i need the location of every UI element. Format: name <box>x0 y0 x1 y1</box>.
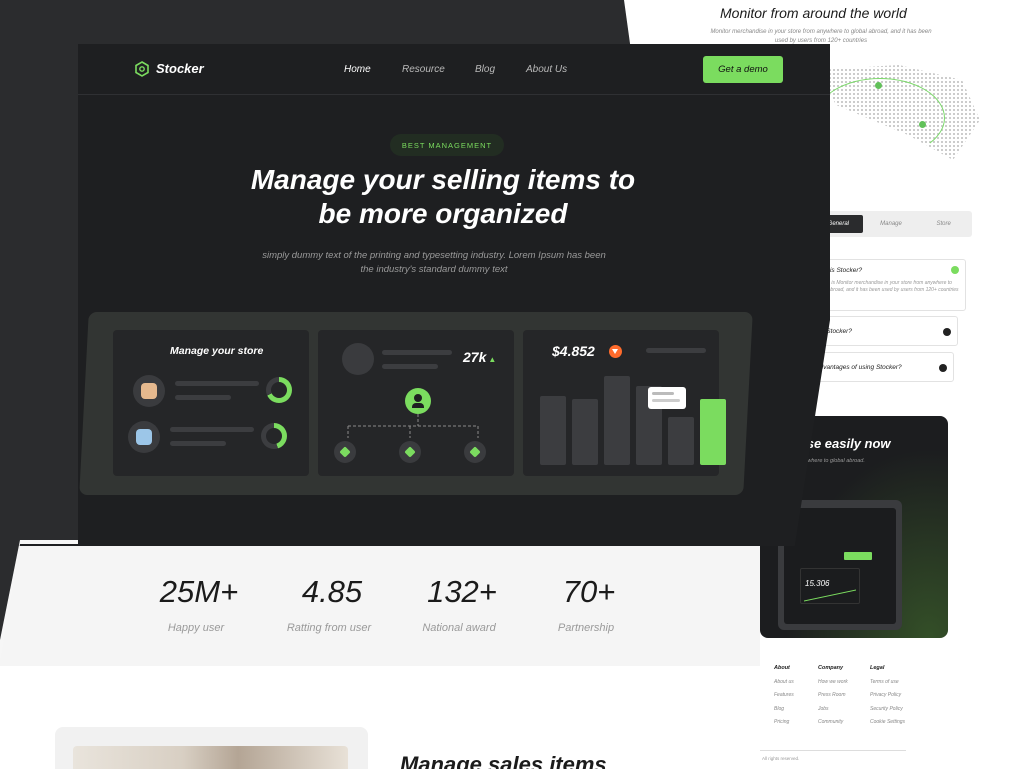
nav-blog[interactable]: Blog <box>475 64 495 75</box>
monitor-title: Monitor from around the world <box>720 5 907 21</box>
map-route <box>815 78 945 158</box>
chart-tooltip <box>648 387 686 409</box>
placeholder-bar <box>646 348 706 353</box>
tab-manage[interactable]: Manage <box>867 215 916 233</box>
device-stat-value: 15.306 <box>805 579 830 588</box>
stat-rating-label: Ratting from user <box>286 622 372 634</box>
subtitle-line-1: simply dummy text of the printing and ty… <box>262 250 606 261</box>
nav-resource[interactable]: Resource <box>402 64 445 75</box>
get-demo-button[interactable]: Get a demo <box>703 56 783 83</box>
footer-col-company: Company How we work Press Room Jobs Comm… <box>818 662 848 730</box>
store-card-title: Manage your store <box>170 345 264 357</box>
footer-heading: Company <box>818 665 844 671</box>
footer-link[interactable]: Features <box>774 689 794 703</box>
chart-bar <box>572 399 598 465</box>
placeholder-bar <box>382 350 452 355</box>
avatar <box>128 421 160 453</box>
user-icon <box>405 388 431 414</box>
stat-awards: 132+ <box>427 574 497 609</box>
copyright: All rights reserved. <box>762 756 800 761</box>
collapse-icon[interactable] <box>951 266 959 274</box>
faq-item[interactable]: What is Stocker? Stocker is Monitor merc… <box>806 259 966 311</box>
map-pin-icon <box>919 121 926 128</box>
nav-home[interactable]: Home <box>344 64 371 75</box>
feature-image <box>73 746 348 769</box>
tree-connector <box>347 414 479 438</box>
footer-col-about: About About us Features Blog Pricing <box>774 662 794 730</box>
price-value: $4.852 <box>552 343 595 359</box>
expand-icon[interactable] <box>939 364 947 372</box>
cube-icon <box>464 441 486 463</box>
footer-divider <box>760 750 906 751</box>
logo-hexagon-icon <box>135 61 149 77</box>
cube-icon <box>399 441 421 463</box>
brand-name[interactable]: Stocker <box>156 61 204 76</box>
placeholder-bar <box>382 364 438 369</box>
faq-tabs: General Manage Store <box>810 211 972 237</box>
hero-subtitle: simply dummy text of the printing and ty… <box>240 249 628 277</box>
stat-partnership-label: Partnership <box>557 622 615 634</box>
footer-link[interactable]: Jobs <box>818 703 848 717</box>
hero-headline: Manage your selling items to be more org… <box>200 163 686 231</box>
monitor-subtitle: Monitor merchandise in your store from a… <box>710 29 932 44</box>
progress-ring <box>266 377 292 403</box>
stat-awards-label: National award <box>422 622 496 634</box>
headline-line-1: Manage your selling items to <box>250 164 636 195</box>
avatar <box>133 375 165 407</box>
stat-happy-users-label: Happy user <box>167 622 225 634</box>
nav-about-us[interactable]: About Us <box>526 64 567 75</box>
up-arrow-icon: ▲ <box>488 355 497 364</box>
sales-section-title: Manage sales items <box>400 752 607 769</box>
avatar <box>342 343 374 375</box>
stat-happy-users: 25M+ <box>159 574 239 609</box>
placeholder-bar <box>175 381 259 386</box>
stat-value: 27k ▲ <box>463 349 497 365</box>
footer-link[interactable]: Community <box>818 716 848 730</box>
chart-bar <box>540 396 566 465</box>
subtitle-line-2: the industry's standard dummy text <box>360 264 508 275</box>
footer-link[interactable]: Pricing <box>774 716 794 730</box>
device-screen: 15.306 <box>784 508 896 624</box>
footer-link[interactable]: How we work <box>818 676 848 690</box>
footer-link[interactable]: Cookie Settings <box>870 716 905 730</box>
chart-bar <box>604 376 630 465</box>
faq-answer: Stocker is Monitor merchandise in your s… <box>813 280 959 293</box>
footer-link[interactable]: Press Room <box>818 689 848 703</box>
footer-heading: Legal <box>870 665 885 671</box>
headline-line-2: be more organized <box>318 198 568 229</box>
expand-icon[interactable] <box>943 328 951 336</box>
placeholder-bar <box>170 427 254 432</box>
chart-bar <box>668 417 694 465</box>
chart-bar <box>700 399 726 465</box>
footer-link[interactable]: About us <box>774 676 794 690</box>
footer-heading: About <box>774 665 790 671</box>
tab-store[interactable]: Store <box>919 215 968 233</box>
placeholder-bar <box>175 395 231 400</box>
progress-ring <box>261 423 287 449</box>
cube-icon <box>334 441 356 463</box>
map-pin-icon <box>875 82 882 89</box>
footer-link[interactable]: Terms of use <box>870 676 905 690</box>
footer-link[interactable]: Privacy Policy <box>870 689 905 703</box>
placeholder-bar <box>170 441 226 446</box>
footer-col-legal: Legal Terms of use Privacy Policy Securi… <box>870 662 905 730</box>
down-arrow-icon <box>609 345 622 358</box>
stat-partnership: 70+ <box>562 574 616 609</box>
footer-link[interactable]: Blog <box>774 703 794 717</box>
stat-rating: 4.85 <box>301 574 363 609</box>
nav-divider <box>78 94 830 95</box>
hero-badge: BEST MANAGEMENT <box>390 134 504 156</box>
device-button <box>844 552 872 560</box>
footer-link[interactable]: Security Policy <box>870 703 905 717</box>
